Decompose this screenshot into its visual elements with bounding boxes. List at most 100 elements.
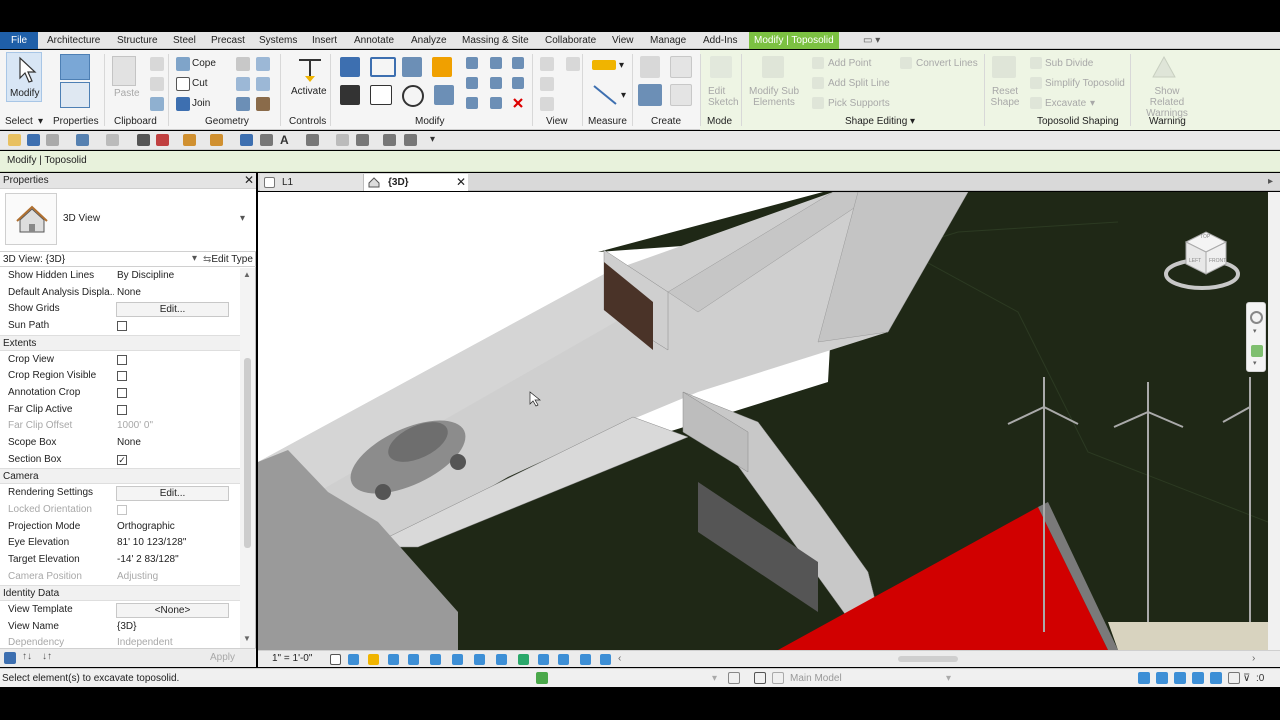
filter-icon[interactable]: ⊽ <box>1243 673 1250 684</box>
property-checkbox[interactable] <box>117 321 127 332</box>
create-parts-icon[interactable] <box>670 56 692 78</box>
nav-dropdown-icon[interactable]: ▾ <box>1253 327 1257 335</box>
visual-style-icon[interactable] <box>348 654 359 665</box>
property-edit-button[interactable]: Edit... <box>116 302 229 318</box>
join-label[interactable]: Join <box>192 98 210 109</box>
scroll-down-icon[interactable]: ▼ <box>243 634 251 643</box>
property-row[interactable]: View Name {3D} <box>0 619 240 636</box>
unpin-icon[interactable] <box>512 57 524 69</box>
close-icon[interactable]: ✕ <box>244 173 254 187</box>
activate-icon[interactable] <box>295 54 325 84</box>
demolish-icon[interactable] <box>256 77 270 91</box>
model-dropdown-icon[interactable]: ▾ <box>946 673 951 684</box>
hide-element-icon[interactable] <box>566 57 580 71</box>
tab-precast[interactable]: Precast <box>206 33 250 48</box>
property-group-header[interactable]: Camera <box>0 468 240 485</box>
property-row[interactable]: View Template <None> <box>0 602 240 619</box>
view-tab-l1[interactable]: L1 <box>260 174 364 191</box>
properties-icon[interactable] <box>60 82 90 108</box>
measure-dropdown-icon[interactable]: ▾ <box>619 60 624 71</box>
temporary-hide-icon[interactable] <box>496 654 507 665</box>
select-links-icon[interactable] <box>1138 672 1150 684</box>
property-checkbox[interactable] <box>117 404 127 415</box>
shadows-icon[interactable] <box>388 654 399 665</box>
highlight-displacement-icon[interactable] <box>580 654 591 665</box>
property-row[interactable]: Camera Position Adjusting <box>0 569 240 586</box>
hammer-icon[interactable] <box>256 97 270 111</box>
property-value[interactable]: None <box>117 437 141 448</box>
beam-join-icon[interactable] <box>236 97 250 111</box>
linework-icon[interactable] <box>540 77 554 91</box>
property-value[interactable]: Adjusting <box>117 571 158 582</box>
select-underlay-icon[interactable] <box>1156 672 1168 684</box>
horizontal-scroll-thumb[interactable] <box>898 656 958 662</box>
override-graphics-icon[interactable] <box>540 57 554 71</box>
tab-annotate[interactable]: Annotate <box>349 33 399 48</box>
property-checkbox[interactable]: ✓ <box>117 454 127 465</box>
property-checkbox[interactable] <box>117 371 127 382</box>
show-crop-icon[interactable] <box>452 654 463 665</box>
property-value[interactable]: By Discipline <box>117 270 174 281</box>
scroll-right-icon[interactable]: › <box>1252 653 1255 664</box>
excavate-label[interactable]: Excavate <box>1045 98 1086 109</box>
shape-editing-dropdown-icon[interactable]: ▾ <box>910 116 915 127</box>
select-by-face-icon[interactable] <box>1192 672 1204 684</box>
select-dropdown-icon[interactable]: ▾ <box>38 116 43 127</box>
copy-element-icon[interactable] <box>370 85 392 105</box>
property-group-header[interactable]: Extents <box>0 334 240 351</box>
sync-icon[interactable] <box>46 134 59 146</box>
view-tab-3d[interactable]: {3D} ✕ <box>364 174 468 191</box>
activate-label[interactable]: Activate <box>291 86 327 97</box>
property-row[interactable]: Eye Elevation 81' 10 123/128" <box>0 535 240 552</box>
tab-view[interactable]: View <box>607 33 639 48</box>
modify-tool-button[interactable]: Modify <box>6 52 42 102</box>
crop-view-icon[interactable] <box>430 654 441 665</box>
zoom-region-icon[interactable] <box>1251 345 1263 357</box>
property-row[interactable]: Annotation Crop <box>0 385 240 402</box>
reveal-hidden-icon[interactable] <box>518 654 529 665</box>
align-icon[interactable] <box>340 57 360 77</box>
type-dropdown-icon[interactable]: ▾ <box>240 213 245 224</box>
analytical-model-icon[interactable] <box>558 654 569 665</box>
tab-manage[interactable]: Manage <box>645 33 691 48</box>
collaboration-icon[interactable] <box>536 672 548 684</box>
editable-only-icon[interactable] <box>754 672 766 684</box>
property-row[interactable]: Locked Orientation <box>0 502 240 519</box>
property-row[interactable]: Section Box ✓ <box>0 452 240 469</box>
dimension-icon[interactable] <box>592 84 618 106</box>
match-properties-icon[interactable] <box>150 97 164 111</box>
pin-icon[interactable] <box>512 77 524 89</box>
tab-file[interactable]: File <box>0 32 38 49</box>
property-row[interactable]: Scope Box None <box>0 435 240 452</box>
excavate-icon[interactable] <box>1030 97 1042 109</box>
trim-extend-icon[interactable] <box>434 85 454 105</box>
property-row[interactable]: Crop View <box>0 352 240 369</box>
type-properties-icon[interactable] <box>60 54 90 80</box>
cut-icon[interactable] <box>150 57 164 71</box>
undo-icon[interactable] <box>76 134 89 146</box>
category-sort-icon[interactable] <box>4 652 16 664</box>
rotate-icon[interactable] <box>402 85 424 107</box>
cope-icon[interactable] <box>176 57 190 71</box>
tab-massing-site[interactable]: Massing & Site <box>457 33 534 48</box>
cope-label[interactable]: Cope <box>192 58 216 69</box>
tab-insert[interactable]: Insert <box>307 33 342 48</box>
property-row[interactable]: Crop Region Visible <box>0 368 240 385</box>
text-icon[interactable]: A <box>280 133 293 147</box>
active-model[interactable]: Main Model <box>790 673 842 684</box>
reveal-constraints-icon[interactable] <box>600 654 611 665</box>
tab-steel[interactable]: Steel <box>168 33 201 48</box>
print-icon[interactable] <box>137 134 150 146</box>
property-value[interactable]: {3D} <box>117 621 136 632</box>
excavate-dropdown-icon[interactable]: ▾ <box>1090 98 1095 109</box>
array-icon[interactable] <box>466 77 478 89</box>
zoom-dropdown-icon[interactable]: ▾ <box>1253 359 1257 367</box>
sort-ascending-icon[interactable]: ↑↓ <box>22 651 32 662</box>
close-tab-icon[interactable]: ✕ <box>456 175 466 189</box>
split-element-icon[interactable] <box>466 57 478 69</box>
type-selector[interactable]: 3D View ▾ <box>0 189 256 252</box>
property-edit-button[interactable]: <None> <box>116 603 229 618</box>
viewcube[interactable]: TOP FRONT LEFT <box>1162 222 1242 302</box>
open-icon[interactable] <box>8 134 21 146</box>
scale-icon[interactable] <box>490 77 502 89</box>
